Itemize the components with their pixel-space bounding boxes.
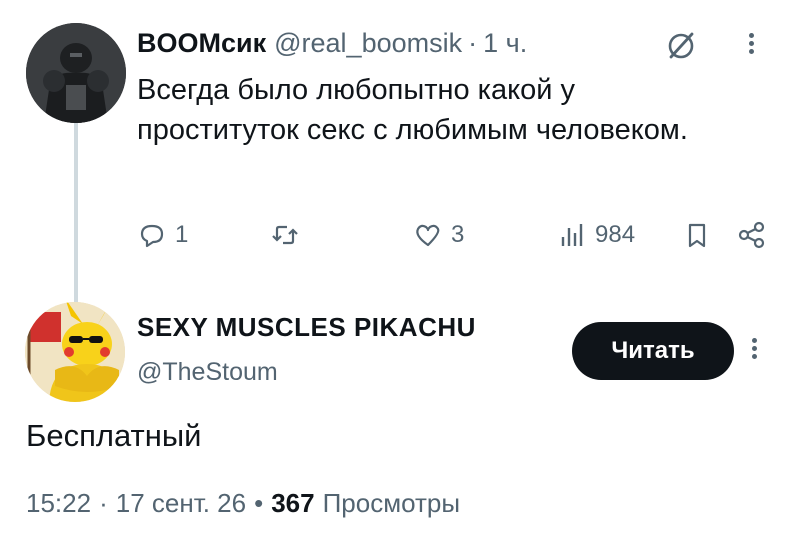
more-vertical-icon[interactable] — [747, 30, 755, 62]
reply-header: BOOMсик @real_boomsik · 1 ч. — [137, 26, 777, 60]
repost-button[interactable] — [270, 220, 308, 250]
post-meta: 15:22 · 17 сент. 26 • 367 Просмотры — [26, 488, 460, 519]
author-handle[interactable]: @real_boomsik — [274, 26, 462, 60]
share-icon — [738, 221, 765, 249]
views-button[interactable]: 984 — [557, 220, 635, 250]
author-name[interactable]: BOOMсик — [137, 26, 266, 60]
reply-time[interactable]: 1 ч. — [483, 26, 527, 60]
follow-button[interactable]: Читать — [572, 322, 734, 380]
separator-dot: • — [254, 488, 264, 518]
avatar[interactable] — [26, 23, 126, 123]
bookmark-icon — [688, 223, 706, 248]
heart-icon — [416, 224, 440, 247]
analytics-icon — [561, 224, 583, 246]
bookmark-button[interactable] — [682, 220, 712, 250]
share-button[interactable] — [737, 220, 767, 250]
author-name[interactable]: SEXY MUSCLES PIKACHU — [137, 312, 476, 343]
avatar[interactable] — [25, 302, 125, 402]
repost-icon — [272, 225, 298, 245]
separator-dot: · — [468, 28, 478, 58]
avatar-image — [26, 23, 126, 123]
comment-icon — [140, 224, 164, 248]
views-label[interactable]: Просмотры — [323, 488, 460, 519]
like-button[interactable]: 3 — [413, 220, 464, 250]
more-vertical-icon[interactable] — [750, 335, 758, 367]
avatar-image — [25, 302, 125, 402]
post-date[interactable]: 17 сент. 26 — [116, 488, 246, 519]
like-count: 3 — [451, 221, 465, 248]
reply-count: 1 — [175, 221, 189, 248]
separator-dot: · — [99, 488, 108, 518]
post-text: Бесплатный — [26, 418, 202, 453]
grok-icon[interactable] — [665, 30, 697, 62]
author-handle[interactable]: @TheStoum — [137, 358, 278, 387]
reply-actions: 1 3 984 — [137, 220, 777, 254]
views-count[interactable]: 367 — [271, 488, 314, 519]
reply-text: Всегда было любопытно какой у проституто… — [137, 74, 688, 146]
views-count: 984 — [595, 221, 636, 248]
reply-button[interactable]: 1 — [137, 220, 188, 250]
thread-line — [74, 118, 78, 303]
post-time[interactable]: 15:22 — [26, 488, 91, 519]
